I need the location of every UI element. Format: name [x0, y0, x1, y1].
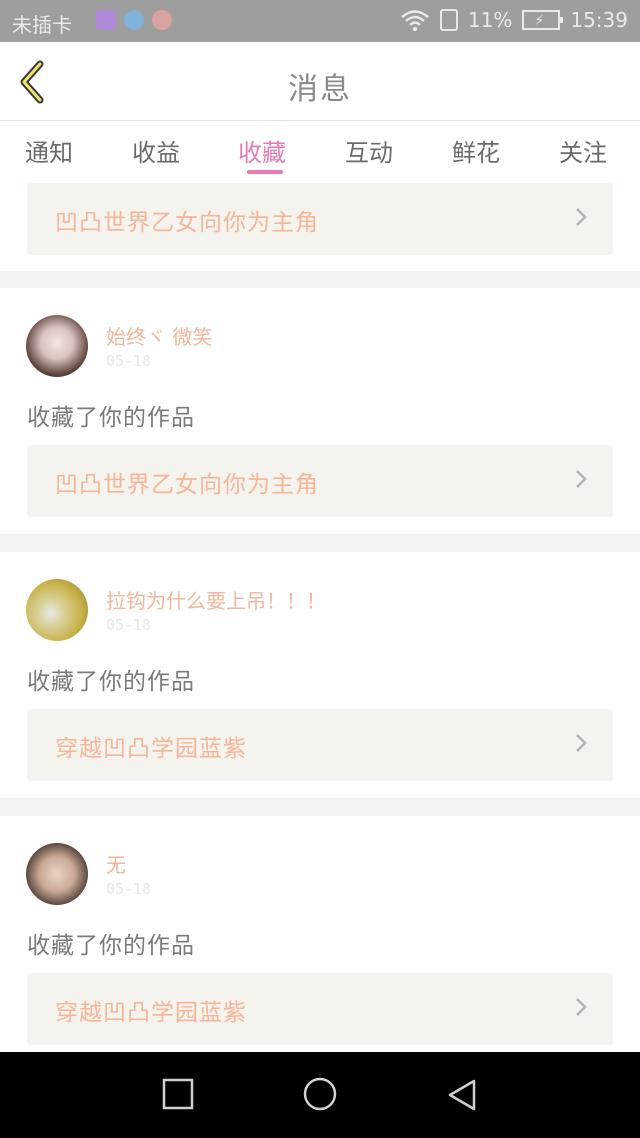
- active-tab-indicator: [247, 170, 283, 174]
- username[interactable]: 拉钩为什么要上吊！！！: [106, 585, 326, 614]
- gallery-icon: [96, 10, 116, 30]
- tab-interactions[interactable]: 互动: [345, 133, 393, 168]
- username[interactable]: 始终ヾ 微笑: [106, 321, 212, 350]
- recent-apps-icon[interactable]: [162, 1078, 194, 1110]
- work-link[interactable]: 凹凸世界乙女向你为主角: [27, 183, 613, 255]
- chevron-right-icon: [576, 208, 587, 226]
- chevron-right-icon: [576, 734, 587, 752]
- user-avatar[interactable]: [26, 843, 88, 905]
- message-card: 无 05-18 收藏了你的作品 穿越凹凸学园蓝紫: [0, 816, 640, 1052]
- action-text: 收藏了你的作品: [27, 405, 195, 431]
- clock: 15:39: [570, 8, 628, 32]
- user-avatar[interactable]: [26, 315, 88, 377]
- work-title: 穿越凹凸学园蓝紫: [55, 1000, 247, 1026]
- wifi-icon: [401, 10, 429, 32]
- message-date: 05-18: [106, 352, 152, 370]
- tab-favorites[interactable]: 收藏: [238, 133, 286, 168]
- app-a-icon: [152, 10, 172, 30]
- username[interactable]: 无: [106, 849, 126, 878]
- battery-percent: 11%: [467, 8, 513, 32]
- carrier-text: 未插卡: [12, 13, 72, 37]
- page-title: 消息: [288, 72, 352, 107]
- notification-icons: [96, 10, 172, 30]
- chevron-right-icon: [576, 998, 587, 1016]
- action-text: 收藏了你的作品: [27, 933, 195, 959]
- work-link[interactable]: 穿越凹凸学园蓝紫: [27, 709, 613, 781]
- chevron-right-icon: [576, 470, 587, 488]
- tab-earnings[interactable]: 收益: [132, 133, 180, 168]
- tab-bar: 通知 收益 收藏 互动 鲜花 关注: [0, 121, 640, 179]
- message-date: 05-18: [106, 880, 152, 898]
- app-icon: [124, 10, 144, 30]
- navigation-bar: [0, 1052, 640, 1138]
- message-card: 凹凸世界乙女向你为主角: [0, 179, 640, 271]
- work-link[interactable]: 凹凸世界乙女向你为主角: [27, 445, 613, 517]
- battery-icon: ⚡: [522, 10, 564, 30]
- home-icon[interactable]: [302, 1076, 338, 1112]
- work-title: 穿越凹凸学园蓝紫: [55, 736, 247, 762]
- action-text: 收藏了你的作品: [27, 669, 195, 695]
- tab-notifications[interactable]: 通知: [25, 133, 73, 168]
- tab-following[interactable]: 关注: [559, 133, 607, 168]
- sim-card-icon: [439, 9, 458, 31]
- work-title: 凹凸世界乙女向你为主角: [55, 472, 319, 498]
- work-link[interactable]: 穿越凹凸学园蓝紫: [27, 973, 613, 1045]
- tab-flowers[interactable]: 鲜花: [452, 133, 500, 168]
- work-title: 凹凸世界乙女向你为主角: [55, 210, 319, 236]
- back-triangle-icon[interactable]: [446, 1078, 478, 1112]
- message-card: 始终ヾ 微笑 05-18 收藏了你的作品 凹凸世界乙女向你为主角: [0, 288, 640, 534]
- status-bar: 未插卡 11% ⚡ 15:39: [0, 0, 640, 42]
- message-date: 05-18: [106, 616, 152, 634]
- header: 消息: [0, 42, 640, 121]
- user-avatar[interactable]: [26, 579, 88, 641]
- message-card: 拉钩为什么要上吊！！！ 05-18 收藏了你的作品 穿越凹凸学园蓝紫: [0, 552, 640, 798]
